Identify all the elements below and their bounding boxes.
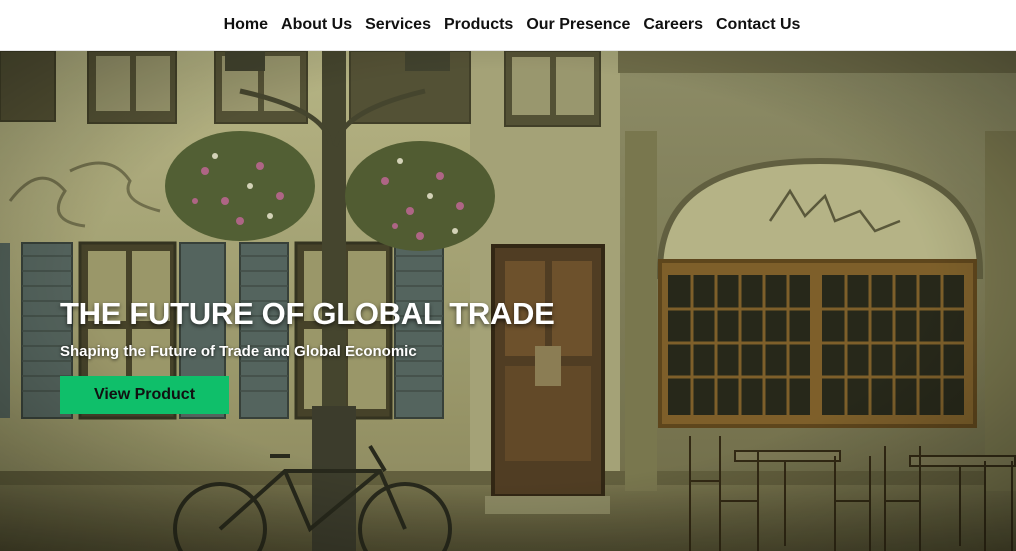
hero-title: THE FUTURE OF GLOBAL TRADE [60, 296, 555, 331]
nav-products[interactable]: Products [444, 16, 513, 34]
nav-about-us[interactable]: About Us [281, 16, 352, 34]
nav-home[interactable]: Home [224, 16, 268, 34]
nav-menu: Home About Us Services Products Our Pres… [224, 16, 801, 34]
nav-services[interactable]: Services [365, 16, 431, 34]
top-navbar: Home About Us Services Products Our Pres… [0, 0, 1016, 51]
hero-subtitle: Shaping the Future of Trade and Global E… [60, 343, 417, 360]
nav-careers[interactable]: Careers [643, 16, 703, 34]
hero-section: THE FUTURE OF GLOBAL TRADE Shaping the F… [0, 51, 1016, 551]
nav-contact-us[interactable]: Contact Us [716, 16, 800, 34]
nav-our-presence[interactable]: Our Presence [526, 16, 630, 34]
view-product-button[interactable]: View Product [60, 376, 229, 414]
